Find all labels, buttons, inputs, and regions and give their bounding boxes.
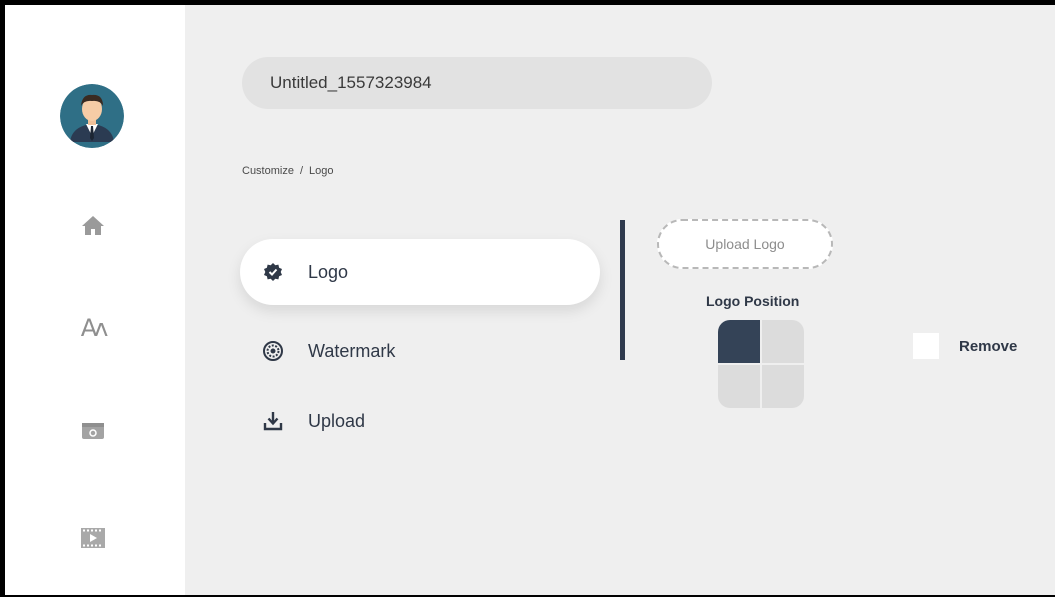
nav-media[interactable] xyxy=(77,415,109,447)
video-icon xyxy=(81,528,105,548)
menu-item-label: Logo xyxy=(308,261,349,282)
text-icon: Aʌ xyxy=(80,314,109,342)
remove-checkbox[interactable] xyxy=(913,333,939,359)
upload-logo-button[interactable]: Upload Logo xyxy=(657,219,833,269)
sidebar: Aʌ xyxy=(5,5,185,595)
remove-label: Remove xyxy=(959,338,1018,355)
breadcrumb-separator: / xyxy=(299,165,304,177)
download-tray-icon xyxy=(262,410,284,432)
badge-check-icon xyxy=(262,261,284,283)
watermark-icon xyxy=(262,340,284,362)
media-icon xyxy=(82,423,104,439)
project-title-input[interactable] xyxy=(242,57,712,109)
breadcrumb-parent[interactable]: Customize xyxy=(242,165,294,177)
menu-item-logo[interactable]: Logo xyxy=(240,239,600,305)
nav-text[interactable]: Aʌ xyxy=(77,312,109,344)
position-bottom-right[interactable] xyxy=(762,365,804,408)
section-divider xyxy=(620,220,625,360)
position-top-left[interactable] xyxy=(718,320,760,363)
main-content: Customize / Logo Logo Watermark xyxy=(185,5,1055,595)
nav-home[interactable] xyxy=(77,209,109,241)
nav-video[interactable] xyxy=(77,522,109,554)
user-avatar[interactable] xyxy=(60,84,124,148)
position-top-right[interactable] xyxy=(762,320,804,363)
breadcrumb-current: Logo xyxy=(309,165,334,177)
breadcrumb: Customize / Logo xyxy=(242,165,334,177)
logo-position-label: Logo Position xyxy=(706,293,800,309)
menu-item-upload[interactable]: Upload xyxy=(240,388,600,454)
position-bottom-left[interactable] xyxy=(718,365,760,408)
home-icon xyxy=(82,216,104,235)
menu-item-label: Watermark xyxy=(308,340,396,361)
app-frame: Aʌ Untitled_1557323984 Customize / Logo … xyxy=(5,5,1055,595)
logo-position-grid xyxy=(718,320,804,408)
avatar-image xyxy=(60,84,124,148)
menu-item-watermark[interactable]: Watermark xyxy=(240,318,600,384)
menu-item-label: Upload xyxy=(308,410,366,431)
